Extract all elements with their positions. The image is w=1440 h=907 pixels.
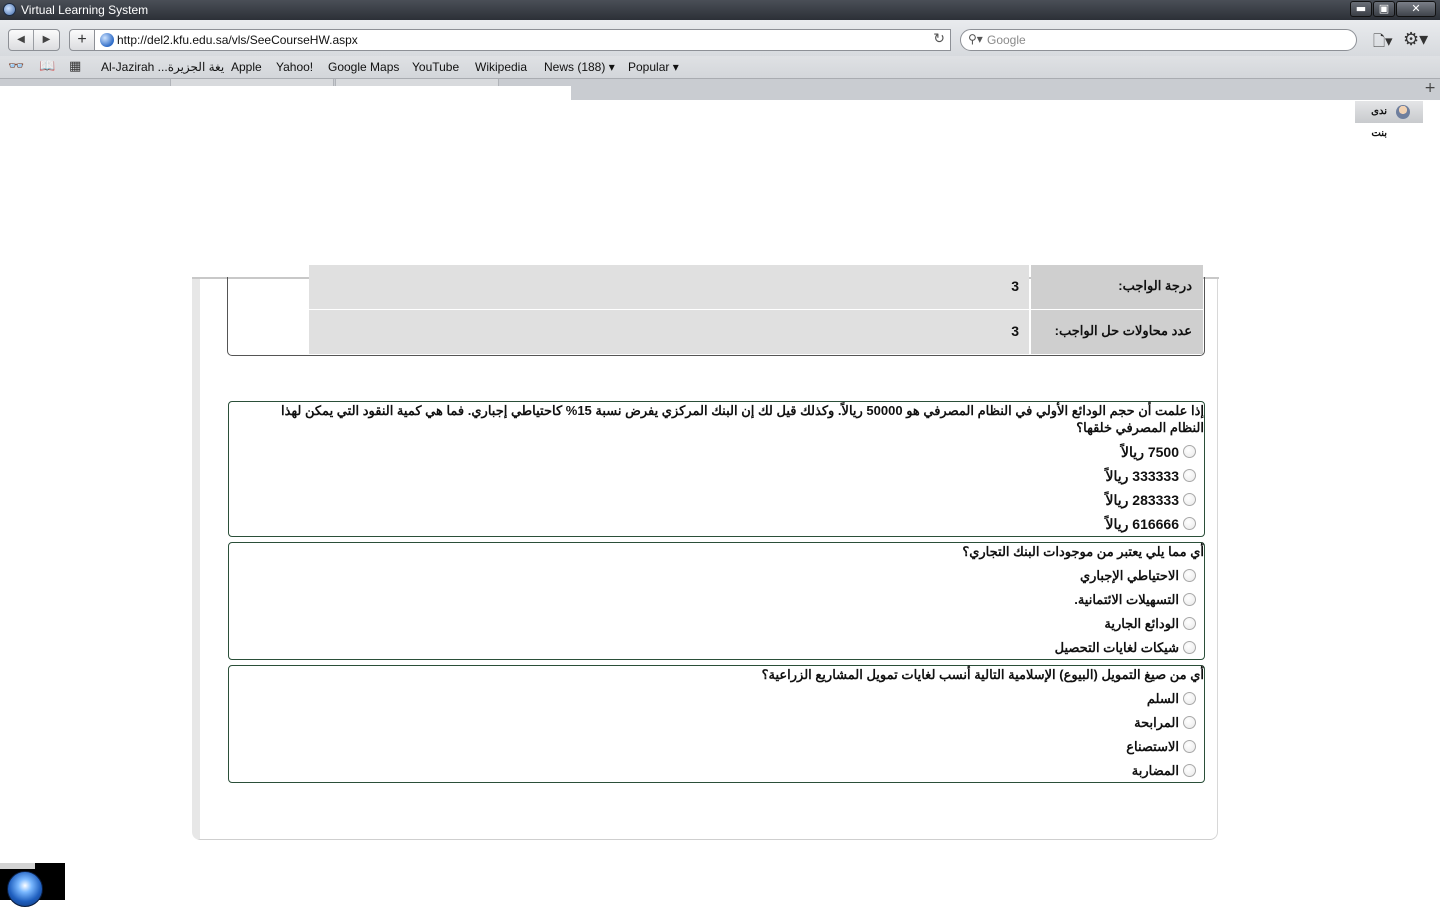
answer-option[interactable]: السلم xyxy=(229,687,1204,711)
gear-icon[interactable]: ⚙▾ xyxy=(1403,29,1431,50)
user-name: ندى بنت xyxy=(1371,106,1387,139)
answer-option[interactable]: شيكات لغايات التحصيل xyxy=(229,636,1204,660)
option-label: 616666 ريالاً xyxy=(1105,516,1179,532)
grid-icon[interactable]: ▦ xyxy=(69,56,81,78)
answer-option[interactable]: 283333 ريالاً xyxy=(229,488,1204,512)
window-title-bar: Virtual Learning System ▬ ▣ ✕ xyxy=(0,0,1440,20)
radio-button[interactable] xyxy=(1183,740,1196,753)
answer-option[interactable]: المضاربة xyxy=(229,759,1204,783)
answer-option[interactable]: 7500 ريالاً xyxy=(229,440,1204,464)
answer-option[interactable]: 333333 ريالاً xyxy=(229,464,1204,488)
bookmark-news[interactable]: News (188) ▾ xyxy=(544,56,615,78)
radio-button[interactable] xyxy=(1183,716,1196,729)
option-label: السلم xyxy=(1146,691,1179,706)
answer-option[interactable]: الاحتياطي الإجباري xyxy=(229,564,1204,588)
search-icon[interactable]: ⚲▾ xyxy=(968,32,983,46)
search-input[interactable] xyxy=(987,31,1347,49)
answer-option[interactable]: الودائع الجارية xyxy=(229,612,1204,636)
answer-options: الاحتياطي الإجباري التسهيلات الائتمانية.… xyxy=(229,564,1204,660)
radio-button[interactable] xyxy=(1183,469,1196,482)
book-icon[interactable]: 📖 xyxy=(39,56,55,78)
info-value: 3 xyxy=(309,265,1029,309)
radio-button[interactable] xyxy=(1183,617,1196,630)
bookmark-apple[interactable]: Apple xyxy=(231,56,262,78)
window-title: Virtual Learning System xyxy=(21,3,149,17)
answer-options: 7500 ريالاً 333333 ريالاً 283333 ريالاً … xyxy=(229,440,1204,536)
page-top-strip xyxy=(0,86,571,100)
reload-icon[interactable]: ↻ xyxy=(933,31,945,47)
search-bar[interactable]: ⚲▾ xyxy=(960,29,1357,51)
option-label: المرابحة xyxy=(1134,715,1179,730)
globe-icon xyxy=(100,33,114,47)
info-row-attempts: 3 عدد محاولات حل الواجب: xyxy=(309,310,1203,354)
bookmarks-bar: 👓 📖 ▦ Al-Jazirah ...يغة الجزيرة Apple Ya… xyxy=(0,56,1440,78)
question-2: أي مما يلي يعتبر من موجودات البنك التجار… xyxy=(228,542,1205,660)
nav-buttons: ◀ ▶ xyxy=(8,29,60,51)
radio-button[interactable] xyxy=(1183,445,1196,458)
user-badge[interactable]: ندى بنت xyxy=(1355,101,1423,139)
option-label: 333333 ريالاً xyxy=(1105,468,1179,484)
radio-button[interactable] xyxy=(1183,569,1196,582)
url-input[interactable] xyxy=(117,30,917,50)
option-label: الاستصناع xyxy=(1126,739,1179,754)
radio-button[interactable] xyxy=(1183,593,1196,606)
windows-start-icon xyxy=(7,871,43,907)
bookmark-wikipedia[interactable]: Wikipedia xyxy=(475,56,527,78)
window-controls: ▬ ▣ ✕ xyxy=(1350,1,1436,17)
option-label: شيكات لغايات التحصيل xyxy=(1054,640,1179,655)
page-menu-icon[interactable]: 🗋▾ xyxy=(1373,31,1395,50)
bookmark-yahoo[interactable]: Yahoo! xyxy=(276,56,313,78)
minimize-button[interactable]: ▬ xyxy=(1350,1,1372,17)
question-3: أي من صيغ التمويل (البيوع) الإسلامية الت… xyxy=(228,665,1205,783)
maximize-button[interactable]: ▣ xyxy=(1373,1,1395,17)
address-bar[interactable]: ↻ xyxy=(95,29,951,51)
glasses-icon[interactable]: 👓 xyxy=(8,56,24,78)
back-button[interactable]: ◀ xyxy=(9,30,35,50)
homework-info-table: 3 درجة الواجب: 3 عدد محاولات حل الواجب: xyxy=(227,265,1205,356)
answer-option[interactable]: 616666 ريالاً xyxy=(229,512,1204,536)
browser-app-icon xyxy=(3,3,16,16)
bookmark-youtube[interactable]: YouTube xyxy=(412,56,459,78)
close-button[interactable]: ✕ xyxy=(1396,1,1436,17)
option-label: التسهيلات الائتمانية. xyxy=(1074,592,1179,607)
forward-button[interactable]: ▶ xyxy=(34,30,59,50)
option-label: الودائع الجارية xyxy=(1104,616,1179,631)
taskbar-edge xyxy=(0,863,35,869)
browser-toolbar: ◀ ▶ + ↻ ⚲▾ 🗋▾ ⚙▾ xyxy=(0,20,1440,56)
answer-option[interactable]: التسهيلات الائتمانية. xyxy=(229,588,1204,612)
bookmark-al-jazirah[interactable]: Al-Jazirah ...يغة الجزيرة xyxy=(101,56,224,78)
bookmark-google-maps[interactable]: Google Maps xyxy=(328,56,399,78)
option-label: 7500 ريالاً xyxy=(1121,444,1179,460)
radio-button[interactable] xyxy=(1183,692,1196,705)
info-label: درجة الواجب: xyxy=(1031,265,1203,309)
question-text: أي من صيغ التمويل (البيوع) الإسلامية الت… xyxy=(761,667,1204,682)
add-bookmark-button[interactable]: + xyxy=(69,29,95,51)
question-1: إذا علمت أن حجم الودائع الأولي في النظام… xyxy=(228,401,1205,537)
info-label: عدد محاولات حل الواجب: xyxy=(1031,310,1203,354)
answer-option[interactable]: المرابحة xyxy=(229,711,1204,735)
new-tab-icon[interactable]: + xyxy=(1424,80,1436,96)
bookmark-popular[interactable]: Popular ▾ xyxy=(628,56,679,78)
homework-panel: 3 درجة الواجب: 3 عدد محاولات حل الواجب: … xyxy=(192,265,1219,840)
question-text: أي مما يلي يعتبر من موجودات البنك التجار… xyxy=(962,544,1204,559)
radio-button[interactable] xyxy=(1183,641,1196,654)
radio-button[interactable] xyxy=(1183,764,1196,777)
radio-button[interactable] xyxy=(1183,493,1196,506)
radio-button[interactable] xyxy=(1183,517,1196,530)
answer-options: السلم المرابحة الاستصناع المضاربة xyxy=(229,687,1204,783)
option-label: المضاربة xyxy=(1131,763,1179,778)
option-label: 283333 ريالاً xyxy=(1105,492,1179,508)
info-row-grade: 3 درجة الواجب: xyxy=(309,265,1203,309)
question-text: إذا علمت أن حجم الودائع الأولي في النظام… xyxy=(280,403,1204,435)
answer-option[interactable]: الاستصناع xyxy=(229,735,1204,759)
user-avatar-icon xyxy=(1396,105,1410,119)
info-value: 3 xyxy=(309,310,1029,354)
option-label: الاحتياطي الإجباري xyxy=(1079,568,1179,583)
